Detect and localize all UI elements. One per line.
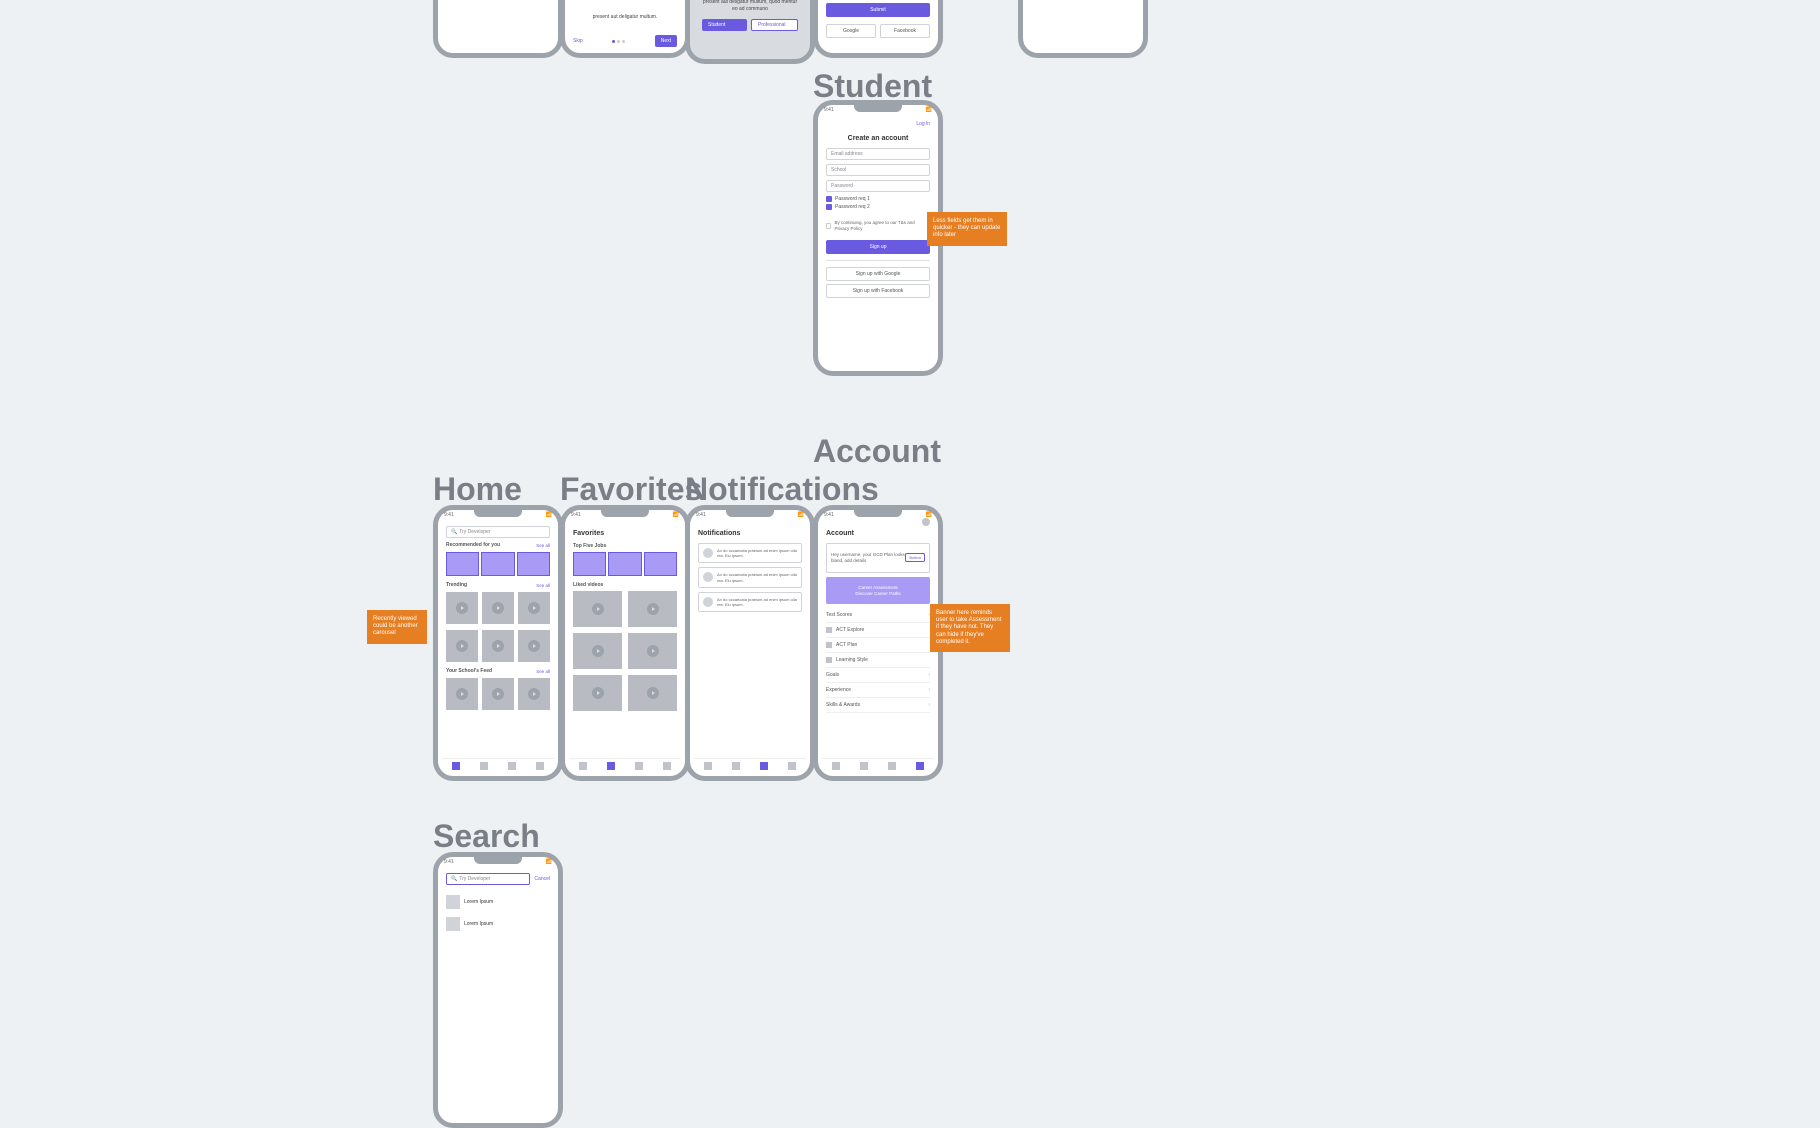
rec-card[interactable] xyxy=(446,552,479,576)
submit-button[interactable]: Submit xyxy=(826,3,930,17)
phone-onboard-1: present aut deligatur multum. Skip Next xyxy=(560,0,690,58)
tab-account-icon[interactable] xyxy=(916,762,924,770)
phone-splash xyxy=(433,0,563,58)
pw-req-2: Password req 2 xyxy=(835,204,870,210)
search-input[interactable]: 🔍Try Developer xyxy=(446,873,530,885)
search-input-home[interactable]: 🔍Try Developer xyxy=(446,526,550,538)
google-button[interactable]: Google xyxy=(826,24,876,38)
assessment-banner[interactable]: Career Assessment Discover Career Paths xyxy=(826,577,930,605)
seeall-link[interactable]: See all xyxy=(536,543,550,548)
list-goals[interactable]: Goals› xyxy=(826,668,930,683)
login-link[interactable]: Log in xyxy=(826,121,930,127)
sticky-home: Recently viewed could be another carouse… xyxy=(367,610,427,644)
cancel-link[interactable]: Cancel xyxy=(534,876,550,882)
search-result[interactable]: Lorem Ipsum xyxy=(446,891,550,913)
email-field[interactable]: Email address xyxy=(826,148,930,160)
tab-favorites-icon[interactable] xyxy=(860,762,868,770)
phone-search: 9:41📶 🔍Try Developer Cancel Lorem Ipsum … xyxy=(433,852,563,1128)
tab-account-icon[interactable] xyxy=(663,762,671,770)
professional-button[interactable]: Professional xyxy=(751,19,798,31)
notification-item[interactable]: An do occaecata praeiunt ad enim ipsum o… xyxy=(698,592,802,612)
onboard-text: present aut deligatur multum. xyxy=(573,14,677,21)
list-skills[interactable]: Skills & Awards› xyxy=(826,698,930,713)
school-feed-label: Your School's Feed xyxy=(446,668,492,674)
terms-text: By continuing, you agree to our T&s and … xyxy=(834,220,930,232)
heading-home: Home xyxy=(433,471,522,508)
phone-onboard-2: present aut deligatur multum, quod mentu… xyxy=(685,0,815,64)
trending-label: Trending xyxy=(446,582,467,588)
signup-button[interactable]: Sign up xyxy=(826,240,930,254)
heading-account: Account xyxy=(813,433,941,470)
tab-notifications-icon[interactable] xyxy=(635,762,643,770)
gear-icon[interactable] xyxy=(922,518,930,526)
banner-profile: Hey username, your GCD Plan looks bland,… xyxy=(826,543,930,573)
phone-home: 9:41📶 🔍Try Developer Recommended for you… xyxy=(433,505,563,781)
school-field[interactable]: School xyxy=(826,164,930,176)
tab-notifications-icon[interactable] xyxy=(508,762,516,770)
tab-favorites-icon[interactable] xyxy=(607,762,615,770)
tabbar xyxy=(442,758,554,773)
pw-req-1: Password req 1 xyxy=(835,196,870,202)
list-experience[interactable]: Experience› xyxy=(826,683,930,698)
phone-student-signup: 9:41📶 Log in Create an account Email add… xyxy=(813,100,943,376)
phone-blank xyxy=(1018,0,1148,58)
tab-favorites-icon[interactable] xyxy=(480,762,488,770)
rec-card[interactable] xyxy=(481,552,514,576)
tab-account-icon[interactable] xyxy=(788,762,796,770)
favorites-title: Favorites xyxy=(573,530,677,537)
tab-home-icon[interactable] xyxy=(452,762,460,770)
tab-home-icon[interactable] xyxy=(832,762,840,770)
facebook-signup-button[interactable]: Sign up with Facebook xyxy=(826,284,930,298)
search-result[interactable]: Lorem Ipsum xyxy=(446,913,550,935)
facebook-button[interactable]: Facebook xyxy=(880,24,930,38)
trending-card[interactable] xyxy=(446,592,478,624)
rec-card[interactable] xyxy=(517,552,550,576)
list-test-scores[interactable]: Test Scores› xyxy=(826,608,930,623)
google-signup-button[interactable]: Sign up with Google xyxy=(826,267,930,281)
phone-notifications: 9:41📶 Notifications An do occaecata prae… xyxy=(685,505,815,781)
sticky-account: Banner here reminds user to take Assessm… xyxy=(930,604,1010,652)
heading-search: Search xyxy=(433,818,540,855)
notification-item[interactable]: An do occaecata praeiunt ad enim ipsum o… xyxy=(698,543,802,563)
onboard-text-2: present aut deligatur multum, quod mentu… xyxy=(698,0,802,13)
signup-title: Create an account xyxy=(826,135,930,142)
tab-favorites-icon[interactable] xyxy=(732,762,740,770)
heading-favorites: Favorites xyxy=(560,471,702,508)
list-act-explore[interactable]: ACT Explore xyxy=(826,623,930,638)
account-title: Account xyxy=(826,530,930,537)
avatar-icon xyxy=(703,548,713,558)
tab-account-icon[interactable] xyxy=(536,762,544,770)
banner-button[interactable]: Button xyxy=(905,553,925,562)
skip-link[interactable]: Skip xyxy=(573,38,583,44)
next-button[interactable]: Next xyxy=(655,35,677,47)
liked-label: Liked videos xyxy=(573,582,677,588)
tab-home-icon[interactable] xyxy=(579,762,587,770)
phone-account: 9:41📶 Account Hey username, your GCD Pla… xyxy=(813,505,943,781)
tab-notifications-icon[interactable] xyxy=(888,762,896,770)
tab-home-icon[interactable] xyxy=(704,762,712,770)
phone-favorites: 9:41📶 Favorites Top Five Jobs Liked vide… xyxy=(560,505,690,781)
notifications-title: Notifications xyxy=(698,530,802,537)
rec-label: Recommended for you xyxy=(446,542,500,548)
password-field[interactable]: Password xyxy=(826,180,930,192)
heading-notifications: Notifications xyxy=(685,471,879,508)
topfive-label: Top Five Jobs xyxy=(573,543,677,549)
sticky-school: Less fields get them in quicker - they c… xyxy=(927,212,1007,246)
list-learning-style[interactable]: Learning Style xyxy=(826,653,930,668)
notification-item[interactable]: An do occaecata praeiunt ad enim ipsum o… xyxy=(698,567,802,587)
phone-signup-generic: Submit Google Facebook xyxy=(813,0,943,58)
list-act-plan[interactable]: ACT Plan xyxy=(826,638,930,653)
tab-notifications-icon[interactable] xyxy=(760,762,768,770)
student-button[interactable]: Student xyxy=(702,19,747,31)
